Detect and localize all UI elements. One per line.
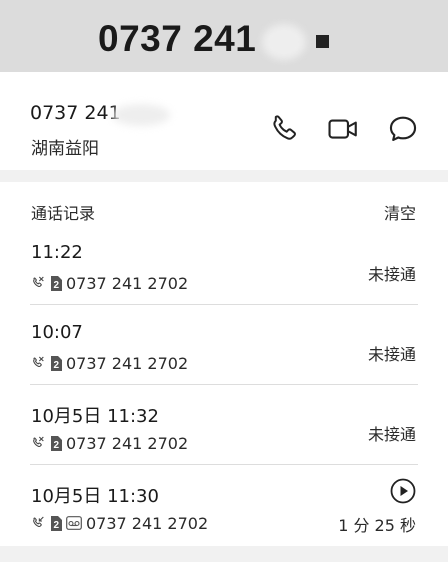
- call-log-entry[interactable]: 10月5日 11:30 2 0737 241 2702 1 分 25 秒: [0, 478, 448, 562]
- phone-icon[interactable]: [268, 112, 302, 146]
- divider: [30, 304, 418, 305]
- section-gap: [0, 170, 448, 182]
- video-call-icon[interactable]: [326, 112, 360, 146]
- message-icon[interactable]: [386, 112, 420, 146]
- call-log-entry[interactable]: 10月5日 11:32 2 0737 241 2702 未接通: [0, 402, 448, 482]
- header-bar: 0737 241: [0, 0, 448, 72]
- stop-icon[interactable]: [316, 35, 329, 48]
- missed-call-icon: [33, 436, 44, 448]
- contact-card: 0737 241 湖南益阳: [0, 72, 448, 170]
- play-icon[interactable]: [390, 478, 416, 504]
- entry-number: 0737 241 2702: [86, 513, 209, 533]
- entry-number: 0737 241 2702: [66, 353, 189, 373]
- contact-number: 0737 241: [30, 102, 121, 124]
- clear-button[interactable]: 清空: [384, 200, 416, 224]
- entry-status: 未接通: [367, 265, 416, 284]
- redacted-digits: [262, 24, 306, 60]
- missed-call-icon: [33, 276, 44, 288]
- sim-number: 2: [54, 360, 60, 371]
- header-title: 0737 241: [98, 18, 257, 59]
- entry-details: 2 0737 241 2702: [30, 433, 188, 453]
- entry-status: 未接通: [367, 425, 416, 444]
- sim-number: 2: [54, 280, 60, 291]
- entry-time: 11:22: [31, 242, 83, 263]
- call-log-section: 通话记录 清空 11:22 2 0737 241 2702 未接通 10:07: [0, 182, 448, 546]
- entry-time: 10月5日 11:32: [31, 406, 159, 427]
- entry-status: 未接通: [367, 345, 416, 364]
- voicemail-icon: [66, 516, 82, 530]
- entry-time: 10:07: [31, 322, 83, 343]
- divider: [30, 384, 418, 385]
- entry-details: 2 0737 241 2702: [30, 513, 208, 533]
- incoming-call-icon: [33, 516, 44, 528]
- sim-number: 2: [54, 520, 60, 531]
- entry-number: 0737 241 2702: [66, 433, 189, 453]
- call-log-title: 通话记录: [31, 204, 96, 223]
- sim-2-icon: 2: [51, 435, 62, 451]
- sim-2-icon: 2: [51, 355, 62, 371]
- call-log-entry[interactable]: 11:22 2 0737 241 2702 未接通: [0, 242, 448, 322]
- entry-details: 2 0737 241 2702: [30, 353, 188, 373]
- entry-duration: 1 分 25 秒: [338, 516, 416, 535]
- entry-number: 0737 241 2702: [66, 273, 189, 293]
- sim-2-icon: 2: [51, 515, 62, 531]
- redacted-digits: [112, 104, 170, 126]
- entry-details: 2 0737 241 2702: [30, 273, 188, 293]
- contact-location: 湖南益阳: [31, 139, 99, 159]
- missed-call-icon: [33, 356, 44, 368]
- sim-2-icon: 2: [51, 275, 62, 291]
- sim-number: 2: [54, 440, 60, 451]
- divider: [30, 464, 418, 465]
- entry-time: 10月5日 11:30: [31, 486, 159, 507]
- call-log-entry[interactable]: 10:07 2 0737 241 2702 未接通: [0, 322, 448, 402]
